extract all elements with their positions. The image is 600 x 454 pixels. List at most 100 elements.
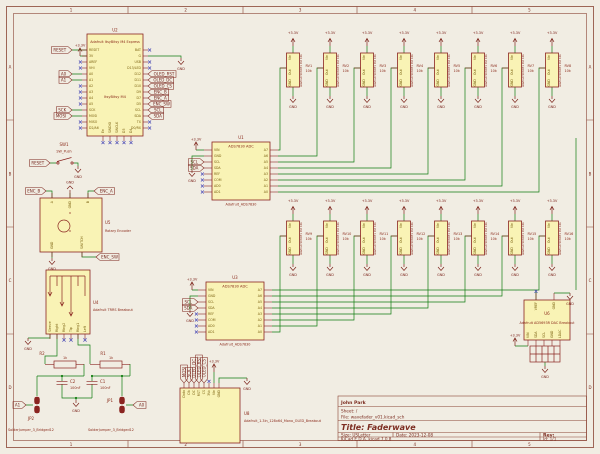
pin: Right: [55, 323, 59, 339]
global-label[interactable]: SDA: [148, 113, 164, 120]
gnd-label: GND: [548, 105, 556, 109]
global-label[interactable]: A0: [133, 402, 146, 409]
global-label[interactable]: A1: [13, 402, 26, 409]
svg-text:Out: Out: [547, 236, 551, 243]
v33-symbol[interactable]: +3.3V: [209, 360, 220, 373]
svg-text:Out: Out: [399, 68, 403, 75]
slide-pot-ref: RV16: [565, 232, 574, 236]
v33-label: +3.3V: [547, 31, 558, 35]
gnd-label: GND: [188, 179, 196, 183]
component-slide-pot[interactable]: +3.3V Vin Out GND Adafruit SC6031 Pot 10…: [280, 199, 312, 277]
gnd-symbol[interactable]: GND: [186, 310, 194, 323]
gnd-symbol[interactable]: GND: [566, 293, 574, 306]
component-slide-pot[interactable]: +3.3V Vin Out GND Adafruit SC6031 Pot 10…: [539, 31, 571, 109]
pin: A3: [79, 90, 93, 94]
gnd-label: GND: [474, 273, 482, 277]
pin: G: [139, 54, 152, 58]
gnd-symbol[interactable]: GND: [243, 378, 251, 391]
gnd-symbol[interactable]: GND: [24, 338, 32, 351]
svg-text:D7: D7: [137, 96, 141, 100]
v33-symbol: [476, 39, 480, 47]
component-slide-pot[interactable]: +3.3V Vin Out GND Adafruit SC6031 Pot 10…: [428, 31, 460, 109]
global-label[interactable]: MOSI: [54, 113, 72, 120]
gnd-symbol[interactable]: GND: [74, 166, 82, 179]
global-label[interactable]: ENC_A: [94, 188, 115, 195]
component-slide-pot[interactable]: +3.3V Vin Out GND Adafruit SC6031 Pot 10…: [465, 199, 499, 277]
component-u5-rotary-encoder[interactable]: U5 Rotary Encoder A GND B: [40, 181, 132, 258]
svg-text:GND: GND: [288, 247, 292, 255]
frame-col-label: 1: [70, 442, 73, 447]
junction-dot: [121, 375, 123, 377]
slide-pot-value: 10k: [528, 69, 534, 73]
component-slide-pot[interactable]: +3.3V Vin Out GND Adafruit SC6031 Pot 10…: [502, 31, 534, 109]
component-u3-ads7830[interactable]: U3 ADS7830 ADC Adafruit_ADS7830 VIN GND …: [195, 275, 272, 347]
svg-text:GND: GND: [214, 154, 222, 158]
u6-output-connector[interactable]: [530, 346, 560, 362]
gnd-symbol[interactable]: GND: [48, 258, 56, 271]
gnd-label: GND: [566, 302, 574, 306]
slide-pot-value: 10k: [380, 69, 386, 73]
v33-symbol[interactable]: +3.3V: [191, 138, 202, 151]
component-slide-pot[interactable]: +3.3V Vin Out GND Adafruit SC6031 Pot 10…: [354, 31, 386, 109]
pin: A4: [258, 306, 272, 310]
svg-text:Out: Out: [399, 236, 403, 243]
svg-text:Vin: Vin: [325, 223, 329, 228]
component-slide-pot[interactable]: +3.3V Vin Out GND Adafruit SC6031 Pot 10…: [539, 199, 573, 277]
component-u6-dac-breakout[interactable]: U6 Adafruit AD5693R DAC Breakout VREF GN…: [519, 290, 575, 346]
v33-symbol[interactable]: +3.3V: [510, 334, 521, 347]
global-label[interactable]: A1: [59, 77, 72, 84]
global-label[interactable]: OLED_CS: [201, 358, 208, 384]
kicad-schematic-canvas: 12345 12345 ABCD ABCD U2 Adafruit ItsyBi…: [0, 0, 600, 454]
global-label[interactable]: RESET: [52, 47, 73, 54]
c1-ref: C1: [100, 379, 106, 384]
component-slide-pot[interactable]: +3.3V Vin Out GND Adafruit SC6031 Pot 10…: [317, 199, 351, 277]
svg-text:USB: USB: [134, 60, 141, 64]
global-label[interactable]: ENC_B: [26, 188, 47, 195]
component-slide-pot[interactable]: +3.3V Vin Out GND Adafruit SC6031 Pot 10…: [502, 199, 536, 277]
svg-text:SWITCH: SWITCH: [80, 236, 84, 249]
global-label[interactable]: ENC_SW: [96, 254, 119, 261]
component-c1-capacitor[interactable]: C1 100nF: [87, 379, 111, 390]
component-u1-ads7830[interactable]: U1 ADS7830 ADC Adafruit_ADS7830 VIN GND …: [201, 135, 278, 207]
svg-text:GND: GND: [325, 79, 329, 87]
svg-text:Tip: Tip: [69, 327, 73, 333]
component-slide-pot[interactable]: +3.3V Vin Out GND Adafruit SC6031 Pot 10…: [317, 31, 349, 109]
component-c2-capacitor[interactable]: C2 100nF: [57, 379, 81, 390]
svg-text:SDA: SDA: [154, 113, 163, 118]
pin: A3: [258, 312, 272, 316]
svg-text:A2: A2: [89, 84, 93, 88]
v33-symbol[interactable]: +3.3V: [187, 278, 198, 291]
slide-pot-part-label: Adafruit SC6031 Pot 10k: [299, 222, 303, 255]
component-slide-pot[interactable]: +3.3V Vin Out GND Adafruit SC6031 Pot 10…: [391, 199, 425, 277]
component-slide-pot[interactable]: +3.3V Vin Out GND Adafruit SC6031 Pot 10…: [391, 31, 423, 109]
svg-text:A3: A3: [264, 172, 268, 176]
component-u2-itsybitsy[interactable]: U2 Adafruit ItsyBitsy M4 Express ItsyBit…: [79, 28, 151, 145]
schematic-sheet: 12345 12345 ABCD ABCD U2 Adafruit ItsyBi…: [0, 0, 600, 454]
component-u4-trrs-breakout[interactable]: U4 Adafruit TRRS Breakout Sleeve Right R…: [46, 270, 133, 339]
component-jp1-solder-jumper[interactable]: JP1 SolderJumper_3_Bridged12: [88, 397, 134, 432]
global-label[interactable]: SDA: [189, 165, 205, 172]
pin: A5: [264, 160, 278, 164]
component-slide-pot[interactable]: +3.3V Vin Out GND Adafruit SC6031 Pot 10…: [354, 199, 388, 277]
frame-col-label: 3: [299, 8, 302, 13]
gnd-label: GND: [177, 67, 185, 71]
component-slide-pot[interactable]: +3.3V Vin Out GND Adafruit SC6031 Pot 10…: [465, 31, 497, 109]
gnd-symbol[interactable]: GND: [541, 366, 549, 379]
v33-label: +3.3V: [209, 360, 220, 364]
component-r1-resistor[interactable]: R1 1k: [90, 351, 130, 368]
component-sw1-push-button[interactable]: SW1 SW_Push: [56, 142, 74, 164]
component-slide-pot[interactable]: +3.3V Vin Out GND Adafruit SC6031 Pot 10…: [280, 31, 312, 109]
slide-pot-ref: RV1: [306, 64, 313, 68]
titleblock-date: Date: 2023-12-08: [396, 432, 433, 437]
v33-label: +3.3V: [362, 31, 373, 35]
global-label[interactable]: RESET: [30, 160, 51, 167]
gnd-symbol[interactable]: GND: [72, 400, 80, 413]
svg-text:Vin: Vin: [436, 55, 440, 60]
svg-text:GND: GND: [217, 389, 221, 397]
component-r2-resistor[interactable]: R2 1k: [39, 351, 84, 368]
gnd-symbol[interactable]: GND: [188, 170, 196, 183]
gnd-symbol[interactable]: GND: [177, 58, 185, 71]
component-slide-pot[interactable]: +3.3V Vin Out GND Adafruit SC6031 Pot 10…: [428, 199, 462, 277]
svg-text:Vin: Vin: [288, 223, 292, 228]
pin: LDAC: [558, 329, 562, 346]
